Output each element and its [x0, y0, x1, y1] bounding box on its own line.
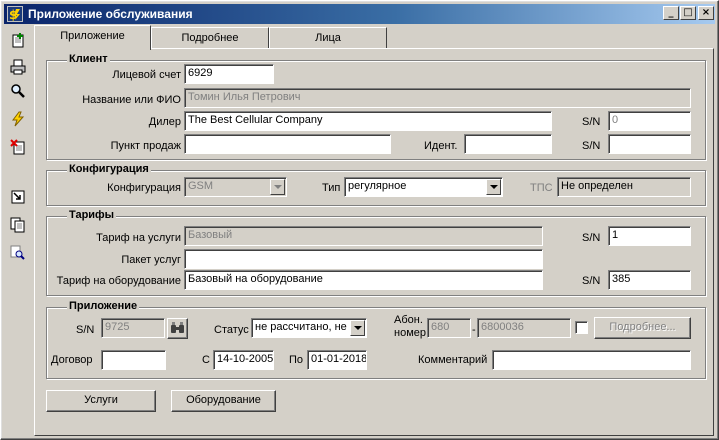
configuration-label: Конфигурация: [107, 182, 181, 194]
point-sn-field[interactable]: [608, 134, 691, 154]
service-package-label: Пакет услуг: [121, 254, 181, 266]
print-icon[interactable]: [6, 56, 29, 78]
app-window: $ Приложение обслуживания _ □ × Приложен…: [0, 0, 719, 440]
ident-label: Идент.: [424, 140, 458, 152]
status-label: Статус: [214, 324, 249, 336]
to-date-field[interactable]: 01-01-2018: [307, 350, 367, 370]
service-tariff-field[interactable]: Базовый: [184, 226, 543, 246]
abon-separator: -: [472, 324, 476, 336]
tps-label: ТПС: [530, 182, 553, 194]
abon-label-line1: Абон.: [394, 314, 423, 326]
add-document-icon[interactable]: [6, 29, 29, 51]
application-group-title: Приложение: [67, 300, 140, 312]
tab-panel: Клиент Лицевой счет 6929 Название или ФИ…: [34, 48, 714, 436]
search-documents-icon[interactable]: [6, 242, 29, 264]
binoculars-icon[interactable]: [167, 318, 188, 339]
equipment-tariff-field[interactable]: Базовый на оборудование: [184, 270, 543, 290]
app-icon[interactable]: $: [7, 6, 23, 22]
maximize-button[interactable]: □: [680, 6, 696, 20]
from-date-label: С: [202, 354, 210, 366]
search-icon[interactable]: [6, 80, 29, 102]
status-select[interactable]: не рассчитано, не: [251, 318, 367, 338]
abon-label-line2: номер: [394, 327, 426, 339]
configuration-value: GSM: [188, 180, 214, 192]
application-sn-label: S/N: [76, 324, 95, 336]
chevron-down-icon[interactable]: [270, 179, 285, 195]
service-sn-field[interactable]: 1: [608, 226, 691, 246]
dealer-sn-field[interactable]: 0: [608, 111, 691, 131]
title-bar[interactable]: $ Приложение обслуживания _ □ ×: [4, 4, 715, 24]
jump-icon[interactable]: [6, 186, 29, 208]
tab-details[interactable]: Подробнее: [151, 27, 269, 49]
tariffs-group-title: Тарифы: [67, 209, 117, 221]
equipment-tariff-label: Тариф на оборудование: [56, 275, 181, 287]
type-label: Тип: [322, 182, 341, 194]
client-group-title: Клиент: [67, 53, 110, 65]
close-button[interactable]: ×: [698, 6, 714, 20]
contract-label: Договор: [51, 354, 93, 366]
ident-field[interactable]: [464, 134, 552, 154]
type-value: регулярное: [348, 180, 407, 192]
tab-application[interactable]: Приложение: [34, 25, 151, 50]
name-label: Название или ФИО: [82, 94, 181, 106]
contract-field[interactable]: [101, 350, 166, 370]
account-label: Лицевой счет: [112, 69, 181, 81]
chevron-down-icon[interactable]: [486, 179, 501, 195]
point-sn-label: S/N: [582, 140, 601, 152]
delete-document-icon[interactable]: [6, 136, 29, 158]
left-toolbar: [4, 27, 30, 437]
details-button[interactable]: Подробнее...: [594, 317, 691, 339]
equipment-sn-label: S/N: [582, 275, 601, 287]
configuration-select[interactable]: GSM: [184, 177, 287, 197]
abon-code-field[interactable]: 680: [427, 318, 471, 338]
lightning-icon[interactable]: [6, 108, 29, 130]
service-sn-label: S/N: [582, 232, 601, 244]
equipment-button[interactable]: Оборудование: [171, 390, 276, 412]
service-tariff-label: Тариф на услуги: [96, 232, 181, 244]
service-package-field[interactable]: [184, 249, 543, 269]
equipment-sn-field[interactable]: 385: [608, 270, 691, 290]
comment-field[interactable]: [492, 350, 691, 370]
minimize-button[interactable]: _: [663, 6, 679, 20]
dealer-field[interactable]: The Best Cellular Company: [184, 111, 552, 131]
account-field[interactable]: 6929: [184, 64, 274, 84]
abon-checkbox[interactable]: [575, 321, 588, 334]
dealer-sn-label: S/N: [582, 116, 601, 128]
from-date-field[interactable]: 14-10-2005: [213, 350, 274, 370]
configuration-group-title: Конфигурация: [67, 163, 151, 175]
status-value: не рассчитано, не: [255, 321, 347, 333]
chevron-down-icon[interactable]: [350, 320, 365, 336]
dealer-label: Дилер: [148, 116, 181, 128]
point-of-sale-label: Пункт продаж: [110, 140, 181, 152]
copy-documents-icon[interactable]: [6, 214, 29, 236]
tab-persons[interactable]: Лица: [269, 27, 387, 49]
type-select[interactable]: регулярное: [344, 177, 503, 197]
application-sn-field[interactable]: 9725: [101, 318, 165, 338]
services-button[interactable]: Услуги: [46, 390, 156, 412]
point-of-sale-field[interactable]: [184, 134, 391, 154]
abon-number-field[interactable]: 6800036: [477, 318, 571, 338]
window-title: Приложение обслуживания: [28, 7, 193, 21]
name-field[interactable]: Томин Илья Петрович: [184, 88, 691, 108]
tps-field: Не определен: [557, 177, 691, 197]
comment-label: Комментарий: [418, 354, 488, 366]
to-date-label: По: [289, 354, 304, 366]
